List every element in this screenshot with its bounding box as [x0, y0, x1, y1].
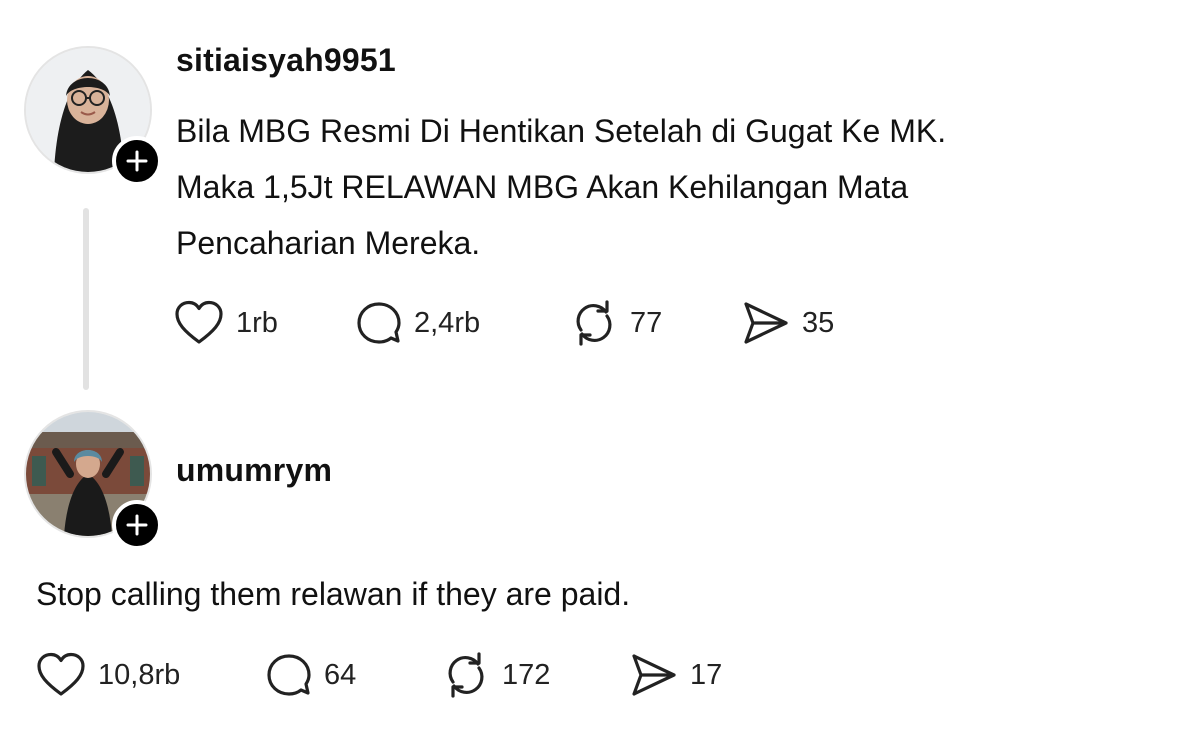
username[interactable]: sitiaisyah9951: [176, 42, 396, 79]
post-text: Stop calling them relawan if they are pa…: [36, 576, 631, 612]
plus-icon: [126, 150, 148, 172]
post-2: umumrym Stop calling them relawan if the…: [0, 400, 1200, 737]
share-button[interactable]: 35: [742, 298, 834, 348]
avatar-wrap: [24, 410, 162, 550]
heart-icon: [37, 652, 85, 696]
like-count: 1rb: [236, 306, 278, 339]
repost-button[interactable]: 172: [442, 650, 550, 700]
action-bar: 1rb 2,4rb 77 35: [174, 298, 874, 348]
follow-button[interactable]: [112, 500, 162, 550]
send-icon: [744, 302, 788, 344]
plus-icon: [126, 514, 148, 536]
repost-count: 172: [502, 658, 551, 691]
reply-button[interactable]: 64: [266, 650, 356, 700]
follow-button[interactable]: [112, 136, 162, 186]
like-count: 10,8rb: [98, 658, 181, 691]
action-bar: 10,8rb 64 172 17: [36, 650, 756, 700]
share-count: 35: [802, 306, 835, 339]
like-button[interactable]: 1rb: [174, 298, 278, 348]
avatar-wrap: [24, 46, 162, 186]
thread-line: [83, 208, 89, 390]
repost-button[interactable]: 77: [570, 298, 662, 348]
share-count: 17: [690, 658, 723, 691]
repost-count: 77: [630, 306, 663, 339]
heart-icon: [175, 300, 223, 344]
post-1: sitiaisyah9951 Bila MBG Resmi Di Hentika…: [0, 0, 1200, 400]
send-icon: [632, 654, 676, 696]
reply-count: 2,4rb: [414, 306, 481, 339]
share-button[interactable]: 17: [630, 650, 722, 700]
username[interactable]: umumrym: [176, 452, 332, 489]
reply-button[interactable]: 2,4rb: [356, 298, 480, 348]
repost-icon: [448, 652, 484, 698]
like-button[interactable]: 10,8rb: [36, 650, 180, 700]
comment-icon: [357, 302, 401, 344]
reply-count: 64: [324, 658, 357, 691]
comment-icon: [267, 654, 311, 696]
post-text: Bila MBG Resmi Di Hentikan Setelah di Gu…: [176, 113, 947, 261]
repost-icon: [576, 300, 612, 346]
